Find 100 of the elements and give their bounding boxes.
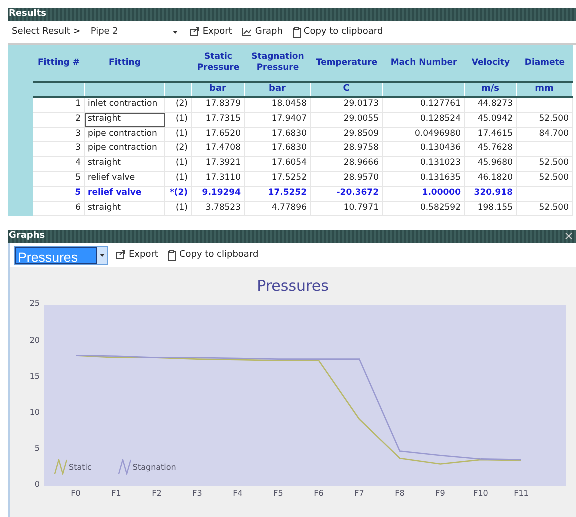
column-header: Fitting <box>108 58 142 68</box>
table-cell: 5 <box>33 186 85 201</box>
x-tick-label: F11 <box>513 489 530 498</box>
table-cell: straight <box>85 157 165 171</box>
table-cell: (1) <box>165 128 192 142</box>
table-cell: 52.500 <box>517 202 573 216</box>
table-cell: 0.582592 <box>383 202 465 216</box>
table-cell: 52.500 <box>517 172 573 186</box>
export-icon <box>116 250 126 260</box>
table-cell: 17.6520 <box>192 128 245 142</box>
unit-header: bar <box>192 83 245 96</box>
table-cell: pipe contraction <box>85 142 165 156</box>
table-cell: inlet contraction <box>85 98 165 112</box>
export-button[interactable]: Export <box>114 250 160 260</box>
x-tick-label: F2 <box>151 489 163 498</box>
export-icon <box>190 27 200 37</box>
table-cell: 0.130436 <box>383 142 465 156</box>
table-cell: 17.6054 <box>245 157 311 171</box>
table-cell: 17.3921 <box>192 157 245 171</box>
table-cell: 5 <box>33 172 85 186</box>
x-tick-label: F10 <box>472 489 490 498</box>
table-cell: 45.7628 <box>465 142 517 156</box>
y-tick-label: 10 <box>30 408 40 417</box>
y-tick-label: 20 <box>30 336 40 345</box>
x-tick-label: F6 <box>313 489 325 498</box>
x-tick-label: F0 <box>70 489 82 498</box>
table-cell: 3 <box>33 128 85 142</box>
copy-button[interactable]: Copy to clipboard <box>290 26 386 38</box>
table-cell: 0.131635 <box>383 172 465 186</box>
column-header: Stagnation Pressure <box>250 52 306 74</box>
column-header: Velocity <box>470 58 512 68</box>
table-cell: 45.0942 <box>465 112 517 127</box>
x-tick-label: F9 <box>434 489 446 498</box>
table-cell: relief valve <box>85 172 165 186</box>
table-cell: 0.131023 <box>383 157 465 171</box>
legend-label: Static <box>69 462 92 472</box>
x-tick-label: F1 <box>110 489 122 498</box>
table-cell: 17.6830 <box>245 142 311 156</box>
table-cell: 29.0173 <box>311 98 383 112</box>
table-cell: (2) <box>165 98 192 112</box>
column-header: Fitting # <box>37 58 81 68</box>
y-tick-label: 15 <box>30 372 40 381</box>
table-cell: 18.0458 <box>245 98 311 112</box>
table-cell: pipe contraction <box>85 128 165 142</box>
column-header: Temperature <box>315 58 379 68</box>
close-button[interactable]: × <box>562 230 576 244</box>
table-cell: 0.128524 <box>383 112 465 127</box>
table-cell: 17.9407 <box>245 112 311 127</box>
table-cell: 28.9666 <box>311 157 383 171</box>
table-cell: 45.9680 <box>465 157 517 171</box>
dropdown-caret-icon <box>100 254 104 257</box>
table-cell: 3 <box>33 142 85 156</box>
chart-title: Pressures <box>256 277 330 296</box>
table-cell: 9.19294 <box>192 186 245 201</box>
table-cell: relief valve <box>85 186 165 201</box>
table-cell: (1) <box>165 202 192 216</box>
table-cell: straight <box>85 112 165 127</box>
table-cell: 4.77896 <box>245 202 311 216</box>
table-cell: 44.8273 <box>465 98 517 112</box>
y-tick-label: 5 <box>34 444 40 454</box>
table-cell: *(2) <box>165 186 192 201</box>
table-cell: 28.9570 <box>311 172 383 186</box>
table-cell: 320.918 <box>465 186 517 201</box>
table-cell: 2 <box>33 112 85 127</box>
table-cell: 0.127761 <box>383 98 465 112</box>
table-cell: 1 <box>33 98 85 112</box>
column-header: Diamete <box>524 58 566 68</box>
table-cell: (2) <box>165 142 192 156</box>
graph-button[interactable]: Graph <box>240 27 285 37</box>
table-cell: 46.1820 <box>465 172 517 186</box>
table-cell: 17.3110 <box>192 172 245 186</box>
panel-title: Results <box>9 8 47 21</box>
table-cell: straight <box>85 202 165 216</box>
table-cell: -20.3672 <box>311 186 383 201</box>
y-tick-label: 0 <box>34 480 40 490</box>
select-result-label: Select Result > <box>12 27 81 37</box>
unit-header: C <box>311 83 383 96</box>
table-cell: 17.7315 <box>192 112 245 127</box>
table-cell: 198.155 <box>465 202 517 216</box>
column-header: Static Pressure <box>196 52 241 74</box>
column-header: Mach Number <box>390 58 458 68</box>
table-cell: 28.9758 <box>311 142 383 156</box>
table-cell: 0.0496980 <box>383 128 465 142</box>
table-cell: (1) <box>165 172 192 186</box>
table-cell: 29.0055 <box>311 112 383 127</box>
copy-button[interactable]: Copy to clipboard <box>166 250 261 261</box>
table-cell: 6 <box>33 202 85 216</box>
table-cell: 4 <box>33 157 85 171</box>
x-tick-label: F7 <box>354 489 366 498</box>
unit-header: m/s <box>465 83 517 96</box>
legend-label: Stagnation <box>132 462 176 472</box>
table-cell: 17.5252 <box>245 172 311 186</box>
table-cell: 17.4708 <box>192 142 245 156</box>
graph-icon <box>242 27 252 37</box>
table-cell: 1.00000 <box>383 186 465 201</box>
unit-header: bar <box>245 83 311 96</box>
table-cell: 3.78523 <box>192 202 245 216</box>
table-cell: 29.8509 <box>311 128 383 142</box>
export-button[interactable]: Export <box>188 27 234 37</box>
table-cell: 10.7971 <box>311 202 383 216</box>
